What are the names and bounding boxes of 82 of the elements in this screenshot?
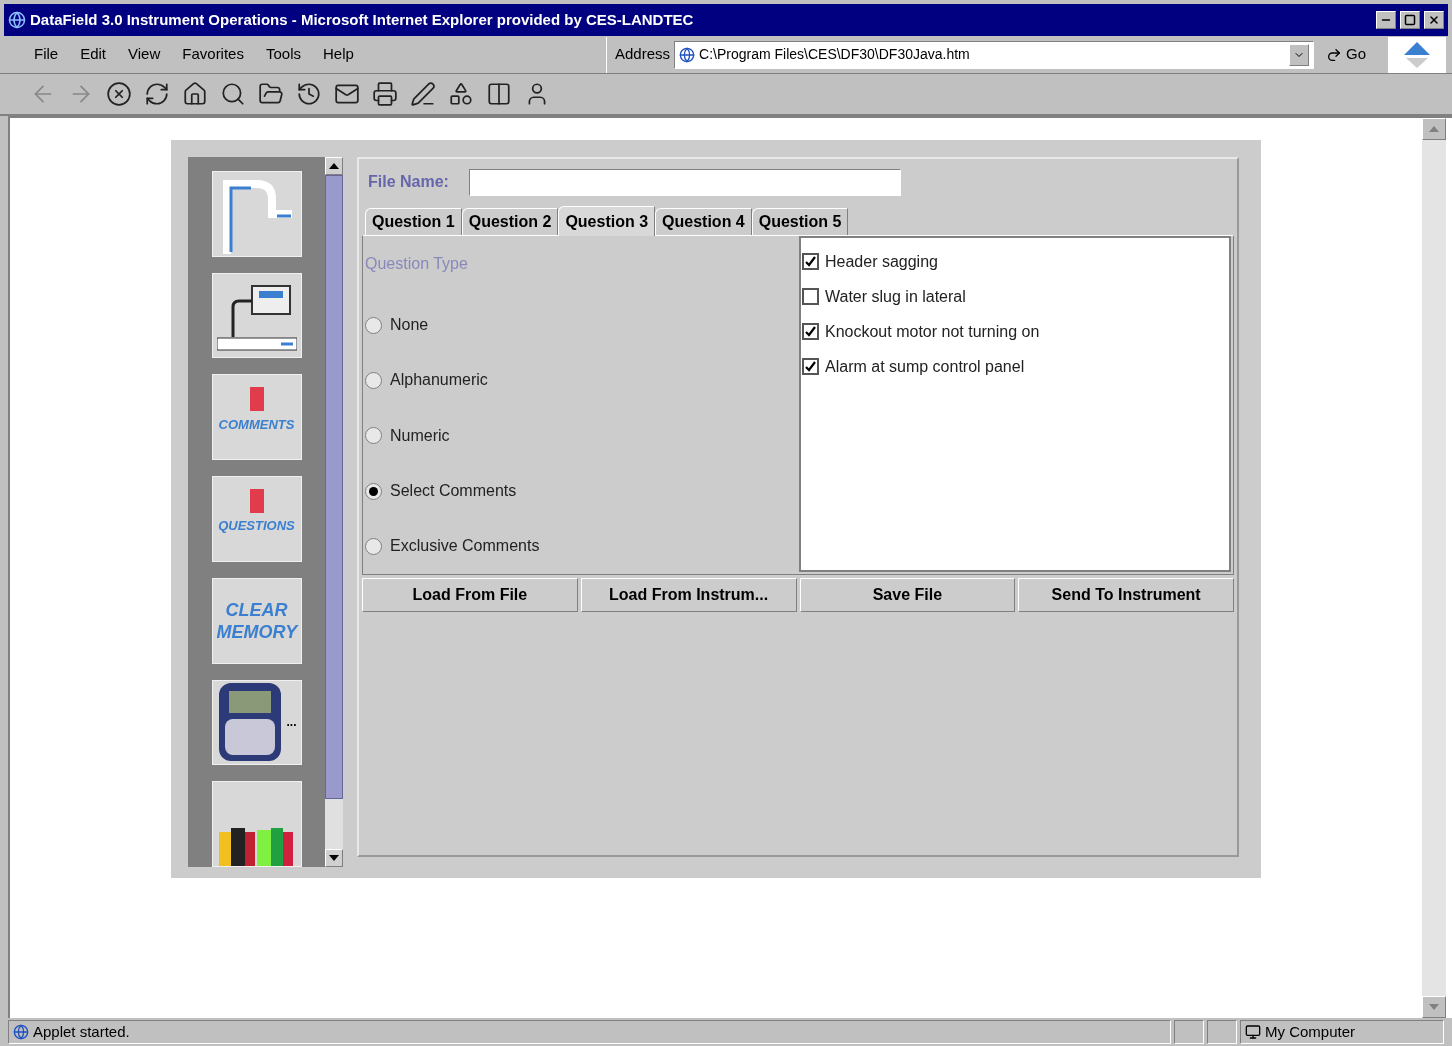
comment-label: Knockout motor not turning on: [825, 321, 1040, 342]
go-button[interactable]: Go: [1318, 43, 1375, 66]
computer-icon: [1245, 1024, 1261, 1040]
file-name-label: File Name:: [368, 172, 449, 192]
close-button[interactable]: [1424, 11, 1444, 29]
scroll-up-button[interactable]: [325, 157, 343, 175]
favorites-icon[interactable]: [258, 81, 284, 107]
comment-label: Alarm at sump control panel: [825, 356, 1025, 377]
close-icon: [1428, 14, 1440, 26]
radio-button[interactable]: [365, 482, 382, 500]
search-icon[interactable]: [220, 81, 246, 107]
address-field[interactable]: C:\Program Files\CES\DF30\DF30Java.htm: [674, 40, 1315, 69]
menu-item[interactable]: Edit: [80, 43, 107, 66]
dropdown-button[interactable]: [1289, 43, 1310, 66]
question-tab[interactable]: Question 1: [365, 208, 462, 235]
action-button[interactable]: Load From Instrum...: [580, 578, 797, 612]
comment-label: Header sagging: [825, 251, 938, 272]
window-title: DataField 3.0 Instrument Operations - Microsoft Internet Explorer provided by CES-LANDTEC: [30, 9, 695, 30]
books-tile[interactable]: [211, 781, 302, 867]
menu-item[interactable]: Help: [323, 43, 354, 66]
menu-item[interactable]: Tools: [265, 43, 301, 66]
radio-button[interactable]: [365, 537, 382, 555]
question-tab[interactable]: Question 5: [751, 208, 849, 235]
shapes-icon[interactable]: [448, 81, 474, 107]
tile-label: QUESTIONS: [218, 517, 295, 536]
up-arrow-icon: [329, 163, 339, 169]
tile-label: CLEAR MEMORY: [216, 598, 297, 643]
checkbox[interactable]: [802, 323, 819, 340]
checkbox[interactable]: [802, 288, 819, 305]
question-tab[interactable]: Question 3: [558, 206, 656, 236]
status-panel: [1207, 1020, 1237, 1044]
action-button[interactable]: Send To Instrument: [1018, 578, 1234, 612]
stop-icon[interactable]: [106, 81, 132, 107]
radio-button[interactable]: [365, 427, 382, 445]
menu-item[interactable]: View: [128, 43, 161, 66]
action-button[interactable]: Load From File: [362, 578, 578, 612]
page-icon: [13, 1024, 29, 1040]
exclamation-icon: [249, 387, 264, 412]
print-icon[interactable]: [372, 81, 398, 107]
down-arrow-icon: [1429, 1004, 1439, 1010]
radio-label: Numeric: [390, 425, 450, 446]
action-button[interactable]: Save File: [799, 578, 1016, 612]
down-arrow-icon: [329, 855, 339, 861]
zone-text: My Computer: [1265, 1021, 1356, 1042]
file-name-field[interactable]: [468, 168, 901, 196]
minimize-button[interactable]: [1376, 11, 1396, 29]
browser-icon: [8, 11, 26, 29]
checkbox[interactable]: [802, 358, 819, 375]
up-arrow-icon: [1429, 126, 1439, 132]
device-tile[interactable]: ...: [211, 679, 302, 766]
menu-item[interactable]: Favorites: [182, 43, 244, 66]
radio-button[interactable]: [365, 371, 382, 389]
radio-label: None: [390, 315, 429, 336]
tile-label: ...: [286, 714, 297, 732]
question-tab[interactable]: Question 2: [461, 208, 559, 235]
radio-label: Exclusive Comments: [390, 536, 540, 557]
brand-logo: [1388, 36, 1446, 73]
comment-label: Water slug in lateral: [825, 286, 966, 307]
status-text: Applet started.: [33, 1021, 130, 1042]
menu-item[interactable]: File: [34, 43, 59, 66]
refresh-icon[interactable]: [144, 81, 170, 107]
go-arrow-icon: [1326, 46, 1343, 63]
history-icon[interactable]: [296, 81, 322, 107]
address-label: Address: [615, 44, 671, 65]
restore-icon: [1404, 14, 1416, 26]
address-value: C:\Program Files\CES\DF30\DF30Java.htm: [699, 45, 971, 64]
question-type-label: Question Type: [365, 254, 469, 274]
edit-icon[interactable]: [410, 81, 436, 107]
page-icon: [679, 46, 696, 63]
radio-label: Select Comments: [390, 481, 517, 502]
checkbox[interactable]: [802, 253, 819, 270]
scroll-down-button[interactable]: [325, 849, 343, 867]
home-icon[interactable]: [182, 81, 208, 107]
restore-button[interactable]: [1400, 11, 1420, 29]
handheld-device-icon: [216, 681, 283, 764]
mail-icon[interactable]: [334, 81, 360, 107]
question-tab[interactable]: Question 4: [655, 208, 752, 235]
tile-label: COMMENTS: [218, 415, 295, 434]
radio-button[interactable]: [365, 316, 382, 334]
radio-label: Alphanumeric: [390, 370, 488, 391]
status-panel: [1174, 1020, 1204, 1044]
columns-icon[interactable]: [486, 81, 512, 107]
